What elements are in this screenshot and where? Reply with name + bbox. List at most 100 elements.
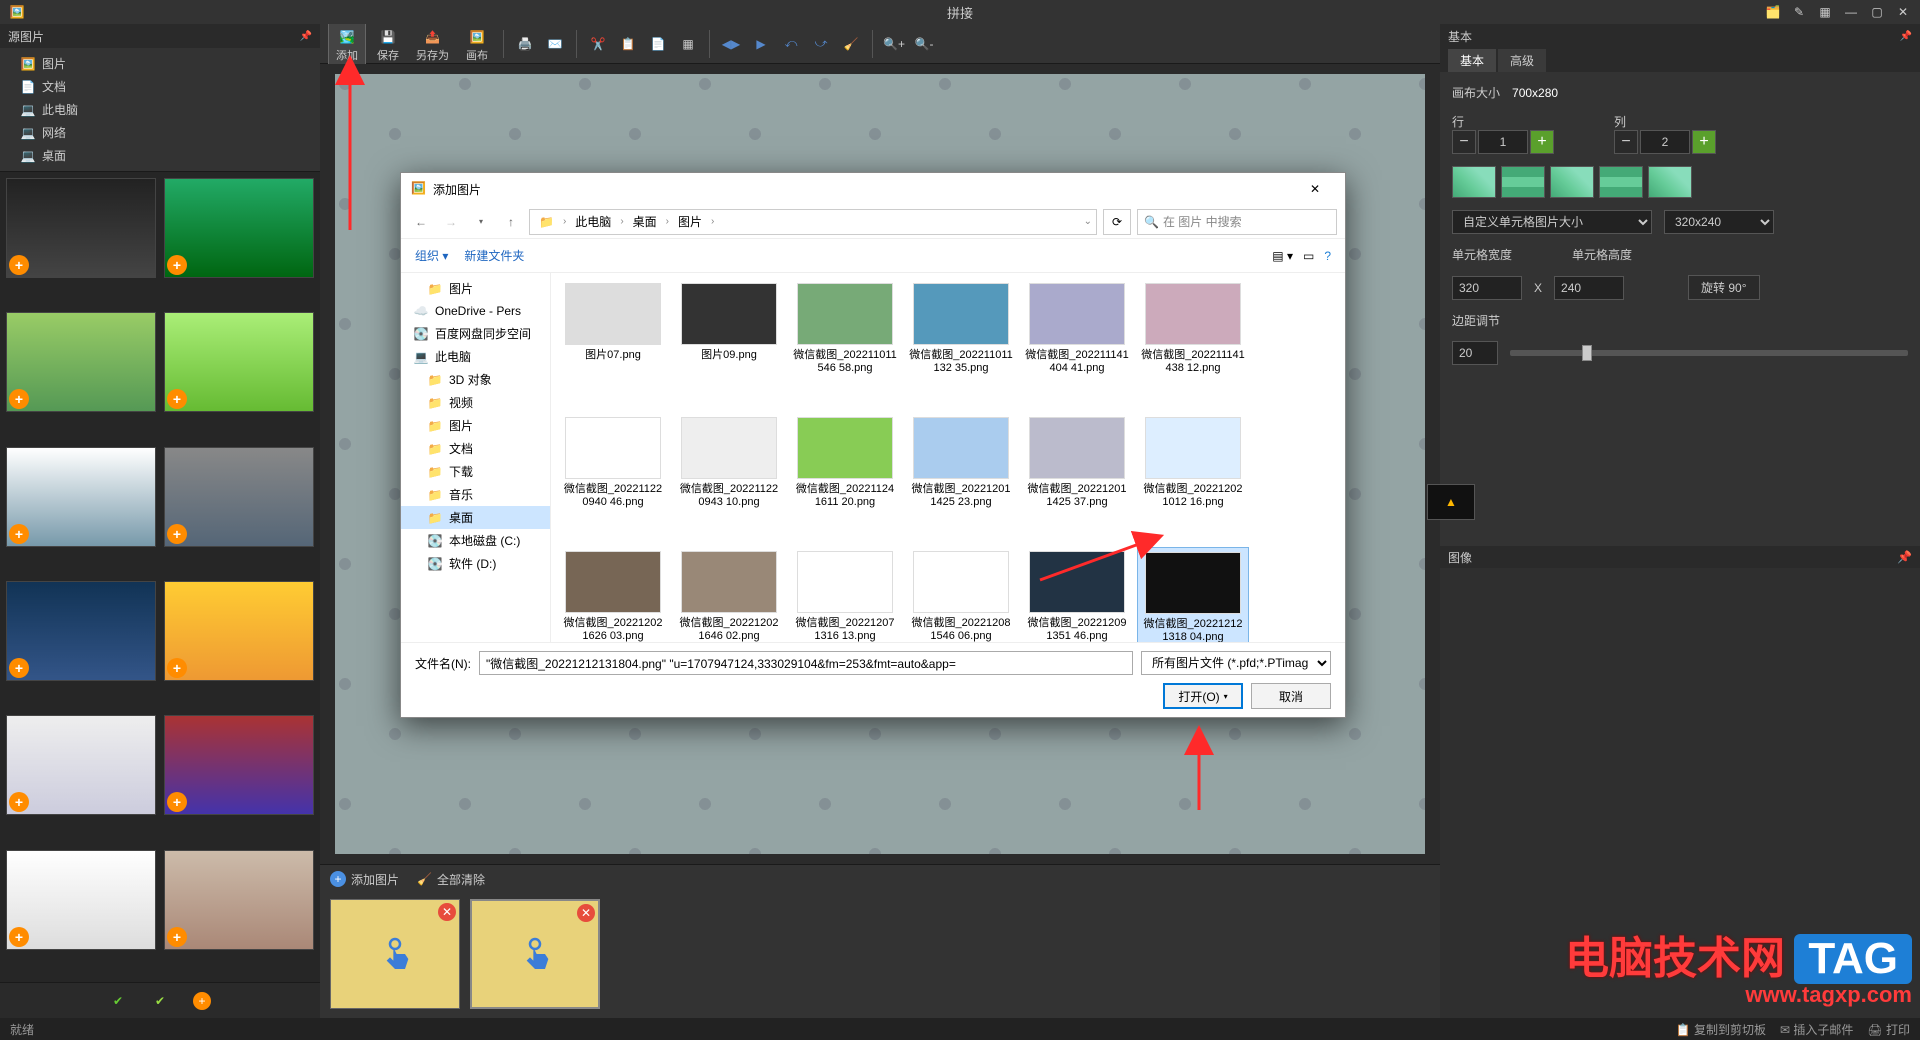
zoom-in-icon[interactable]: 🔍+ [881,31,907,57]
rows-input[interactable] [1478,130,1528,154]
source-thumb[interactable]: + [164,447,314,547]
spacing-input[interactable] [1452,341,1498,365]
titlebar-icon2[interactable]: ✎ [1788,3,1810,21]
pin-icon[interactable]: 📌 [1897,550,1912,564]
file-item[interactable]: 微信截图_202211141438 12.png [1137,279,1249,409]
source-thumb[interactable]: + [6,850,156,950]
new-folder-button[interactable]: 新建文件夹 [464,247,524,264]
add-icon[interactable]: + [167,658,187,678]
dialog-tree-item[interactable]: 📁图片 [401,277,550,300]
file-item[interactable]: 微信截图_202212071316 13.png [789,547,901,642]
cell-size-mode[interactable]: 自定义单元格图片大小 [1452,210,1652,234]
tree-item-pictures[interactable]: 🖼️ 图片 [0,52,320,75]
rotate-right-icon[interactable]: ⤻ [808,31,834,57]
nav-up-icon[interactable]: ↑ [499,210,523,234]
cancel-button[interactable]: 取消 [1251,683,1331,709]
path-root-icon[interactable]: 📁 [534,213,559,231]
cols-input[interactable] [1640,130,1690,154]
view-mode-icon[interactable]: ▤ ▾ [1272,249,1293,263]
nav-back-icon[interactable]: ← [409,210,433,234]
path-seg[interactable]: 桌面 [628,211,662,232]
dialog-close-button[interactable]: ✕ [1295,176,1335,202]
preset-1[interactable] [1452,166,1496,198]
file-item[interactable]: 微信截图_202211220943 10.png [673,413,785,543]
open-button[interactable]: 打开(O) ▾ [1163,683,1243,709]
titlebar-icon1[interactable]: 🗂️ [1762,3,1784,21]
dialog-tree-item[interactable]: 📁下载 [401,460,550,483]
cols-increment[interactable]: + [1692,130,1716,154]
file-item[interactable]: 图片09.png [673,279,785,409]
path-seg[interactable]: 此电脑 [570,211,616,232]
zoom-out-icon[interactable]: 🔍- [911,31,937,57]
paste-icon[interactable]: 📄 [645,31,671,57]
slider-thumb[interactable] [1582,345,1592,361]
flip-v-icon[interactable]: ▶ [748,31,774,57]
filename-input[interactable] [479,651,1133,675]
file-item[interactable]: 微信截图_202212021626 03.png [557,547,669,642]
cell-height-input[interactable] [1554,276,1624,300]
add-icon[interactable]: + [167,524,187,544]
add-icon[interactable]: + [167,255,187,275]
cell-width-input[interactable] [1452,276,1522,300]
preset-5[interactable] [1648,166,1692,198]
source-thumb[interactable]: + [6,581,156,681]
source-thumb[interactable]: + [6,312,156,412]
titlebar-icon3[interactable]: ▦ [1814,3,1836,21]
file-item[interactable]: 微信截图_202212091351 46.png [1021,547,1133,642]
source-thumb[interactable]: + [164,581,314,681]
tree-item-this-pc[interactable]: 💻 此电脑 [0,98,320,121]
file-item[interactable]: 图片07.png [557,279,669,409]
nav-recent-icon[interactable]: ▾ [469,210,493,234]
dialog-tree-item[interactable]: 💽本地磁盘 (C:) [401,529,550,552]
cols-decrement[interactable]: − [1614,130,1638,154]
cut-icon[interactable]: ✂️ [585,31,611,57]
spacing-slider[interactable] [1510,350,1908,356]
path-seg[interactable]: 图片 [673,211,707,232]
tab-basic[interactable]: 基本 [1448,49,1496,72]
pin-icon[interactable]: 📌 [300,31,312,42]
file-item[interactable]: 微信截图_202212081546 06.png [905,547,1017,642]
add-source-icon[interactable]: + [192,991,212,1011]
source-thumb[interactable]: + [6,715,156,815]
file-item[interactable]: 微信截图_202211241611 20.png [789,413,901,543]
rows-decrement[interactable]: − [1452,130,1476,154]
add-icon[interactable]: + [167,792,187,812]
remove-slot-icon[interactable]: ✕ [577,904,595,922]
tree-item-desktop[interactable]: 💻 桌面 [0,144,320,167]
dialog-tree-item[interactable]: 📁文档 [401,437,550,460]
source-thumb[interactable]: + [164,312,314,412]
tree-item-network[interactable]: 💻 网络 [0,121,320,144]
preview-pane-icon[interactable]: ▭ [1303,249,1314,263]
dialog-tree-item[interactable]: 💻此电脑 [401,345,550,368]
file-item[interactable]: 微信截图_202211141404 41.png [1021,279,1133,409]
canvas-button[interactable]: 🖼️ 画布 [459,23,495,65]
dialog-tree-item[interactable]: 💽百度网盘同步空间 [401,322,550,345]
file-item[interactable]: 微信截图_202211220940 46.png [557,413,669,543]
add-icon[interactable]: + [9,658,29,678]
strip-slot-2[interactable]: ✕ [470,899,600,1009]
flip-h-icon[interactable]: ◀▶ [718,31,744,57]
breadcrumb[interactable]: 📁 › 此电脑 › 桌面 › 图片 › ⌄ [529,209,1097,235]
file-item[interactable]: 微信截图_202211011546 58.png [789,279,901,409]
file-item[interactable]: 微信截图_202212021646 02.png [673,547,785,642]
file-item[interactable]: 微信截图_202212011425 23.png [905,413,1017,543]
rotate-90-button[interactable]: 旋转 90° [1688,275,1759,300]
filetype-filter[interactable]: 所有图片文件 (*.pfd;*.PTimag [1141,651,1331,675]
organize-menu[interactable]: 组织 ▾ [415,247,448,264]
tab-advanced[interactable]: 高级 [1498,49,1546,72]
dialog-tree-item[interactable]: 📁3D 对象 [401,368,550,391]
add-icon[interactable]: + [9,389,29,409]
dialog-tree-item[interactable]: ☁️OneDrive - Pers [401,300,550,322]
add-icon[interactable]: + [9,255,29,275]
eraser-icon[interactable]: 🧹 [838,31,864,57]
strip-slot-1[interactable]: ✕ [330,899,460,1009]
rotate-left-icon[interactable]: ⤺ [778,31,804,57]
search-input[interactable]: 🔍 在 图片 中搜索 [1137,209,1337,235]
mail-icon[interactable]: ✉️ [542,31,568,57]
canvas-item-preview[interactable]: ▲ [1427,484,1475,520]
status-copy[interactable]: 📋 复制到剪切板 [1676,1021,1766,1038]
nav-forward-icon[interactable]: → [439,210,463,234]
tree-item-documents[interactable]: 📄 文档 [0,75,320,98]
file-item[interactable]: 微信截图_202212121318 04.png [1137,547,1249,642]
add-button[interactable]: 🏞️ 添加 [328,22,366,66]
